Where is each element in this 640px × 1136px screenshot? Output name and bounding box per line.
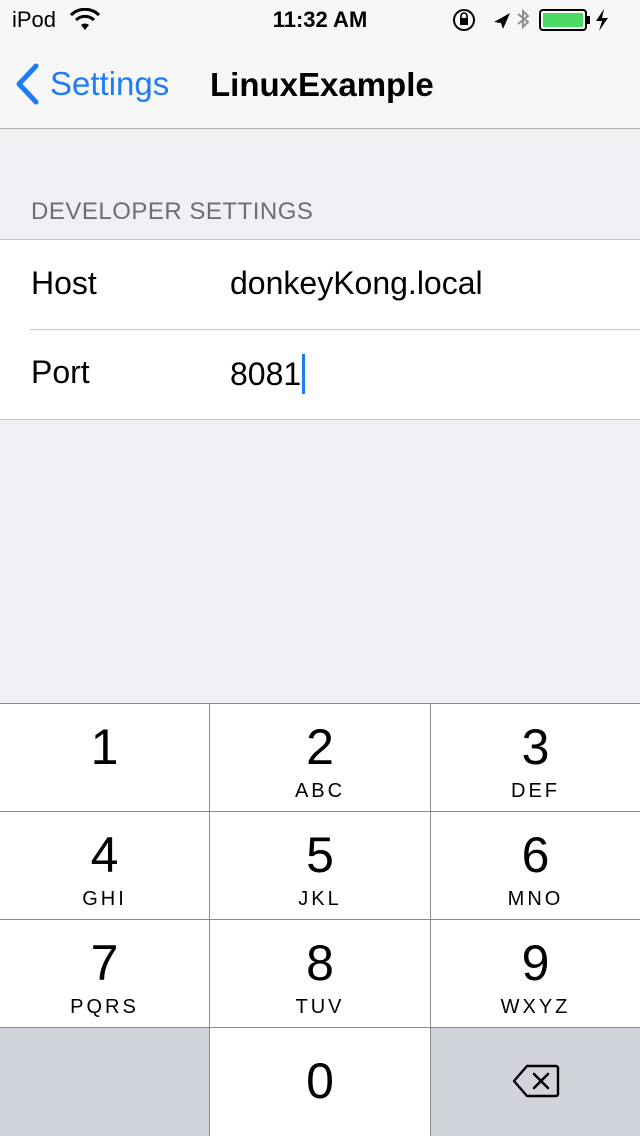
key-digit: 1 — [90, 719, 119, 775]
key-letters: DEF — [511, 780, 560, 802]
backspace-icon — [512, 1064, 560, 1098]
orientation-lock-icon — [453, 9, 475, 31]
key-letters: PQRS — [70, 996, 139, 1018]
navigation-bar: Settings LinuxExample — [0, 40, 640, 129]
battery-icon — [539, 9, 590, 31]
port-value: 8081 — [230, 355, 302, 392]
key-letters: ABC — [294, 780, 346, 802]
back-button[interactable]: Settings — [14, 62, 169, 106]
port-field[interactable]: 8081 — [230, 354, 306, 394]
key-digit: 2 — [306, 719, 334, 775]
key-5[interactable]: 5 JKL — [210, 812, 430, 919]
host-field[interactable]: donkeyKong.local — [230, 265, 483, 302]
page-title: LinuxExample — [210, 66, 434, 103]
section-header: DEVELOPER SETTINGS — [31, 198, 314, 225]
key-9[interactable]: 9 WXYZ — [431, 920, 640, 1027]
key-4[interactable]: 4 GHI — [0, 812, 209, 919]
key-digit: 6 — [521, 827, 550, 883]
location-icon — [494, 13, 510, 29]
key-digit: 4 — [90, 827, 119, 883]
host-label: Host — [31, 265, 97, 301]
key-1[interactable]: 1 — [0, 704, 209, 811]
bluetooth-icon — [517, 8, 530, 30]
key-2[interactable]: 2 ABC — [210, 704, 430, 811]
host-row[interactable]: Host donkeyKong.local — [0, 240, 640, 329]
key-6[interactable]: 6 MNO — [431, 812, 640, 919]
status-right-icons — [453, 8, 608, 31]
blank-key — [0, 1028, 209, 1136]
key-letters: GHI — [82, 888, 127, 910]
charging-icon — [596, 9, 608, 31]
port-label: Port — [31, 354, 90, 390]
key-digit: 0 — [306, 1053, 334, 1109]
key-digit: 7 — [90, 935, 119, 991]
delete-key[interactable] — [431, 1028, 640, 1136]
key-letters: MNO — [507, 888, 564, 910]
host-value: donkeyKong.local — [230, 265, 483, 301]
text-cursor — [302, 354, 306, 394]
key-letters: JKL — [298, 888, 342, 910]
key-3[interactable]: 3 DEF — [431, 704, 640, 811]
port-row[interactable]: Port 8081 — [0, 329, 640, 418]
chevron-left-icon — [16, 63, 39, 105]
row-separator — [30, 329, 640, 330]
number-keypad: 1 2 ABC 3 DEF 4 GHI 5 JKL 6 MNO 7 PQRS 8… — [0, 703, 640, 1136]
key-digit: 8 — [306, 935, 334, 991]
settings-table: Host donkeyKong.local Port 8081 — [0, 239, 640, 420]
key-digit: 3 — [521, 719, 550, 775]
key-digit: 5 — [306, 827, 334, 883]
key-digit: 9 — [521, 935, 550, 991]
key-letters: WXYZ — [500, 996, 571, 1018]
key-8[interactable]: 8 TUV — [210, 920, 430, 1027]
status-bar: iPod 11:32 AM — [0, 0, 640, 40]
key-letters: TUV — [295, 996, 345, 1018]
key-0[interactable]: 0 — [210, 1028, 430, 1136]
back-button-label: Settings — [50, 65, 170, 102]
key-7[interactable]: 7 PQRS — [0, 920, 209, 1027]
